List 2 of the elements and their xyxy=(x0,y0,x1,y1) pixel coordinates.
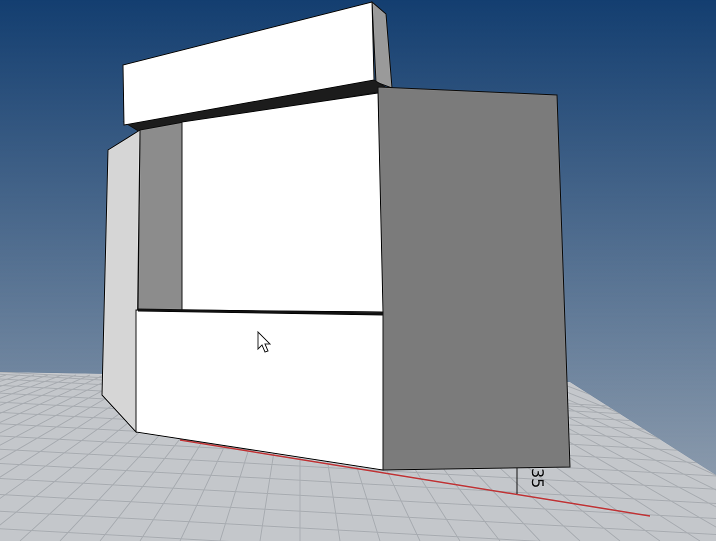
dimension-drawing: 35 xyxy=(516,468,547,494)
cursor-icon xyxy=(258,330,272,353)
